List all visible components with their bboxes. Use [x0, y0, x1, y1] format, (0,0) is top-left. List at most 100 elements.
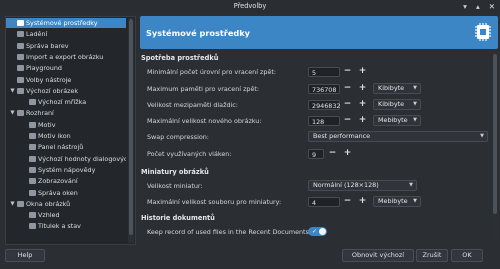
- sidebar-item[interactable]: Výchozí hodnoty dialogových oken: [6, 154, 126, 164]
- sidebar-item-label: Správa barev: [26, 41, 69, 50]
- tile-cache-input[interactable]: 2946832: [308, 100, 340, 110]
- undo-levels-input[interactable]: 5: [308, 67, 340, 77]
- sidebar-item[interactable]: Import a export obrázku: [6, 52, 126, 62]
- sidebar-item[interactable]: Volby nástroje: [6, 75, 126, 85]
- sidebar-item[interactable]: Zobrazování: [6, 176, 126, 186]
- max-image-size-label: Maximální velikost nového obrázku:: [147, 117, 262, 125]
- scrollbar-thumb[interactable]: [493, 54, 497, 214]
- sidebar-item-label: Titulek a stav: [38, 222, 81, 231]
- decrease-icon[interactable]: −: [342, 115, 353, 126]
- panel-header: Systémové prostředky: [140, 16, 498, 49]
- sidebar-item-label: Správa oken: [38, 188, 78, 197]
- close-icon[interactable]: ✕: [489, 2, 495, 12]
- sidebar-item[interactable]: Ladění: [6, 29, 126, 39]
- chevron-down-icon: ▼: [413, 101, 417, 107]
- scrollbar-thumb[interactable]: [129, 20, 133, 235]
- tile-cache-unit: Kibibyte: [378, 100, 405, 108]
- chevron-down-icon: ▼: [413, 117, 417, 123]
- undo-memory-unit: Kibibyte: [378, 84, 405, 92]
- sidebar-item[interactable]: Systémové prostředky: [6, 18, 126, 29]
- thumbnail-filesize-input[interactable]: 4: [308, 197, 340, 207]
- increase-icon[interactable]: +: [357, 66, 368, 77]
- content-scrollbar[interactable]: [492, 51, 498, 243]
- undo-memory-unit-select[interactable]: Kibibyte ▼: [373, 83, 421, 94]
- tile-cache-label: Velikost mezipaměti dlaždic:: [147, 101, 238, 109]
- sidebar-item-label: Zobrazování: [38, 177, 78, 186]
- sidebar-item[interactable]: Panel nástrojů: [6, 142, 126, 152]
- category-icon: [17, 110, 24, 117]
- title-bar: Předvolby ▾ ▴ ✕: [0, 0, 500, 13]
- sidebar-item[interactable]: Vzhled: [6, 210, 126, 220]
- category-icon: [29, 99, 36, 106]
- sidebar-item-label: Playground: [26, 64, 62, 73]
- category-icon: [17, 200, 24, 207]
- tile-cache-unit-select[interactable]: Kibibyte ▼: [373, 99, 421, 110]
- sidebar-item-label: Výchozí obrázek: [26, 86, 79, 95]
- increase-icon[interactable]: +: [357, 196, 368, 207]
- sidebar-item[interactable]: Výchozí mřížka: [6, 97, 126, 107]
- sidebar-item[interactable]: ▼ Rozhraní: [6, 108, 126, 118]
- category-icon: [29, 166, 36, 173]
- increase-icon[interactable]: +: [357, 99, 368, 110]
- max-image-size-input[interactable]: 128: [308, 116, 340, 126]
- expand-arrow-icon[interactable]: ▼: [9, 86, 16, 96]
- sidebar-item[interactable]: ▼ Okna obrázků: [6, 199, 126, 209]
- sidebar-item[interactable]: ▼ Výchozí obrázek: [6, 86, 126, 96]
- help-button[interactable]: Help: [5, 249, 45, 262]
- section-document-history: Historie dokumentů: [141, 214, 215, 222]
- category-icon: [29, 212, 36, 219]
- expand-arrow-icon[interactable]: ▼: [9, 199, 16, 209]
- chevron-down-icon: ▼: [480, 133, 484, 139]
- thumbnail-size-select[interactable]: Normální (128×128) ▼: [308, 180, 417, 191]
- increase-icon[interactable]: +: [342, 148, 353, 159]
- thumbnail-filesize-unit: Mebibyte: [378, 197, 408, 205]
- swap-compression-select[interactable]: Best performance ▼: [308, 131, 488, 142]
- chevron-down-icon: ▼: [409, 182, 413, 188]
- cancel-button[interactable]: Zrušit: [416, 249, 448, 262]
- preferences-sidebar: Systémové prostředky Ladění Správa barev Im…: [5, 16, 136, 245]
- decrease-icon[interactable]: −: [342, 99, 353, 110]
- sidebar-item-label: Motiv: [38, 120, 56, 129]
- expand-arrow-icon[interactable]: ▼: [9, 108, 16, 118]
- increase-icon[interactable]: +: [357, 115, 368, 126]
- decrease-icon[interactable]: −: [342, 83, 353, 94]
- thumbnail-filesize-unit-select[interactable]: Mebibyte ▼: [373, 196, 421, 207]
- chevron-down-icon: ▼: [413, 198, 417, 204]
- chevron-down-icon: ▼: [413, 85, 417, 91]
- sidebar-item[interactable]: Motiv: [6, 120, 126, 130]
- sidebar-scrollbar[interactable]: ▲: [128, 18, 134, 243]
- sidebar-item[interactable]: Titulek a stav: [6, 221, 126, 231]
- minimize-icon[interactable]: ▾: [463, 2, 467, 12]
- thumbnail-filesize-label: Maximální velikost souboru pro miniatury…: [147, 198, 282, 206]
- sidebar-item-label: Vzhled: [38, 211, 60, 220]
- max-image-size-unit-select[interactable]: Mebibyte ▼: [373, 115, 421, 126]
- category-icon: [17, 87, 24, 94]
- category-icon: [29, 155, 36, 162]
- category-icon: [29, 121, 36, 128]
- thumbnail-size-label: Velikost miniatur:: [147, 182, 203, 190]
- category-icon: [17, 31, 24, 38]
- checkmark-icon: ✓: [312, 228, 318, 235]
- ok-button[interactable]: OK: [451, 249, 483, 262]
- sidebar-item[interactable]: Playground: [6, 63, 126, 73]
- recent-documents-toggle[interactable]: ✓: [308, 227, 327, 236]
- category-icon: [29, 223, 36, 230]
- sidebar-item[interactable]: Motiv ikon: [6, 131, 126, 141]
- decrease-icon[interactable]: −: [342, 196, 353, 207]
- increase-icon[interactable]: +: [357, 83, 368, 94]
- decrease-icon[interactable]: −: [342, 66, 353, 77]
- threads-input[interactable]: 9: [308, 149, 324, 159]
- category-icon: [17, 20, 24, 26]
- maximize-icon[interactable]: ▴: [476, 2, 480, 12]
- category-icon: [29, 144, 36, 151]
- decrease-icon[interactable]: −: [327, 148, 338, 159]
- recent-documents-label: Keep record of used files in the Recent …: [147, 228, 321, 236]
- sidebar-item[interactable]: Správa oken: [6, 188, 126, 198]
- undo-memory-input[interactable]: 736708: [308, 84, 340, 94]
- sidebar-item[interactable]: Správa barev: [6, 41, 126, 51]
- sidebar-item-label: Import a export obrázku: [26, 52, 104, 61]
- sidebar-item[interactable]: Systém nápovědy: [6, 165, 126, 175]
- category-icon: [17, 76, 24, 83]
- reset-defaults-button[interactable]: Obnovit výchozí: [342, 249, 414, 262]
- section-resource-usage: Spotřeba prostředků: [141, 54, 219, 62]
